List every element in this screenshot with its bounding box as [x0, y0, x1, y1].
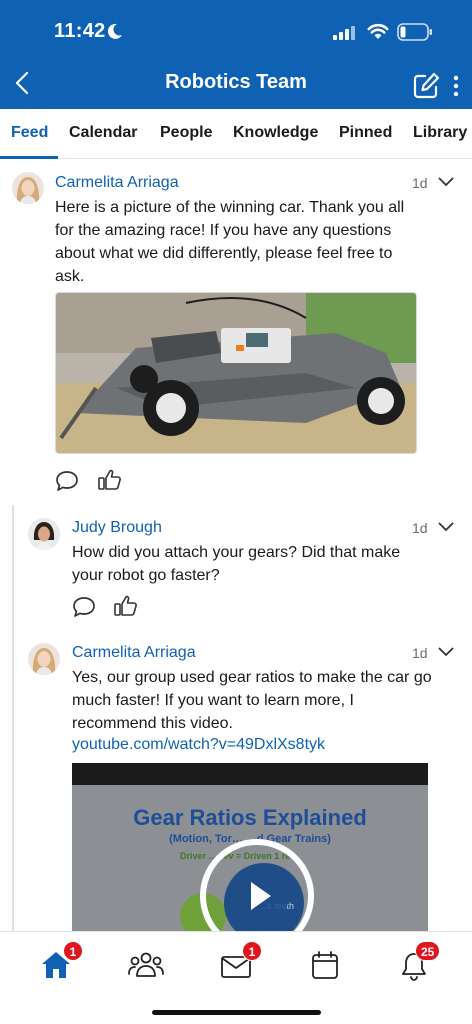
chevron-down-icon[interactable] [438, 521, 454, 533]
comment-icon[interactable] [71, 594, 97, 620]
signal-icon [333, 26, 355, 40]
status-time: 11:42 [54, 20, 106, 42]
compose-icon [413, 72, 440, 99]
tab-calendar[interactable]: Calendar [69, 124, 137, 142]
like-icon[interactable] [97, 467, 123, 493]
home-badge: 1 [63, 941, 83, 961]
tab-bar: Feed Calendar People Knowledge Pinned Li… [0, 109, 472, 159]
home-indicator [152, 1010, 321, 1015]
nav-home[interactable]: 1 [39, 941, 83, 982]
avatar[interactable] [12, 172, 44, 204]
more-vertical-icon [453, 75, 459, 97]
post-body: Here is a picture of the winning car. Th… [55, 199, 405, 285]
nav-events[interactable] [310, 950, 346, 982]
active-tab-indicator [0, 156, 58, 159]
page-title: Robotics Team [165, 71, 307, 93]
reply-body: How did you attach your gears? Did that … [72, 544, 401, 584]
nav-inbox[interactable]: 1 [220, 941, 262, 982]
calendar-icon [312, 951, 338, 979]
reply-author[interactable]: Carmelita Arriaga [72, 644, 196, 662]
nav-notifications[interactable]: 25 [398, 941, 441, 982]
tab-pinned[interactable]: Pinned [339, 124, 392, 142]
reply-thread-line [12, 505, 14, 931]
reply-time: 1d [412, 645, 428, 661]
nav-people[interactable] [128, 950, 164, 982]
app-header: 11:42 Robotics Team [0, 0, 472, 109]
inbox-badge: 1 [242, 941, 262, 961]
tab-feed[interactable]: Feed [11, 124, 48, 142]
post-time: 1d [412, 175, 428, 191]
avatar-carmelita-icon [28, 643, 60, 675]
comment-icon[interactable] [54, 468, 80, 494]
chevron-down-icon[interactable] [438, 646, 454, 658]
avatar-judy-icon [28, 518, 60, 550]
play-button[interactable] [227, 865, 289, 927]
app: 11:42 Robotics Team Feed Calendar People… [0, 0, 472, 1024]
tab-people[interactable]: People [160, 124, 212, 142]
tab-knowledge[interactable]: Knowledge [233, 124, 318, 142]
more-options-button[interactable] [446, 70, 466, 102]
avatar[interactable] [28, 643, 60, 675]
video-preview[interactable]: Gear Ratios Explained (Motion, Tor… …d G… [72, 763, 428, 933]
reply-body: Yes, our group used gear ratios to make … [72, 669, 432, 732]
notifications-badge: 25 [415, 941, 441, 961]
post-image[interactable] [55, 292, 417, 454]
moon-icon [107, 23, 122, 39]
tab-library[interactable]: Library [413, 124, 467, 142]
wifi-icon [367, 23, 389, 39]
play-icon [251, 882, 271, 910]
compose-button[interactable] [410, 70, 442, 102]
reply-author[interactable]: Judy Brough [72, 519, 162, 537]
people-icon [128, 952, 164, 977]
like-icon[interactable] [113, 593, 139, 619]
post-author[interactable]: Carmelita Arriaga [55, 174, 179, 192]
reply-time: 1d [412, 520, 428, 536]
robot-car-image-icon [56, 293, 416, 453]
avatar[interactable] [28, 518, 60, 550]
avatar-carmelita-icon [12, 172, 44, 204]
chevron-down-icon[interactable] [438, 176, 454, 188]
video-link[interactable]: youtube.com/watch?v=49DxlXs8tyk [72, 736, 325, 754]
video-title: Gear Ratios Explained [133, 805, 367, 830]
battery-icon [397, 23, 432, 41]
